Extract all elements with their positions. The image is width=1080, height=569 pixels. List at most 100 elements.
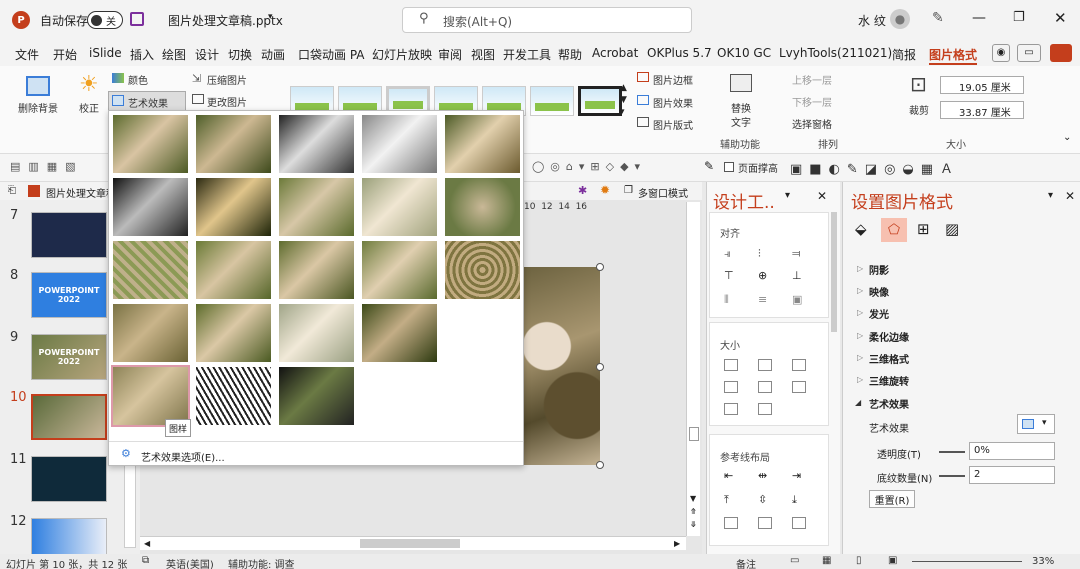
- language[interactable]: 英语(美国): [166, 556, 214, 569]
- align-center-icon[interactable]: ⫶: [758, 247, 761, 261]
- size-option-icon[interactable]: [758, 359, 772, 371]
- collapse-ribbon-icon[interactable]: ⌄: [1063, 132, 1071, 143]
- spellcheck-icon[interactable]: ⧉: [142, 555, 149, 566]
- menu-item[interactable]: 审阅: [438, 46, 462, 63]
- notes-button[interactable]: 备注: [736, 556, 756, 569]
- distribute-v-icon[interactable]: ≡: [758, 293, 767, 306]
- art-effect-thumbnail[interactable]: [362, 178, 437, 236]
- pane1-dropdown-icon[interactable]: ▾: [785, 190, 790, 201]
- art-effect-thumbnail[interactable]: [362, 115, 437, 173]
- menu-item[interactable]: 文件: [15, 46, 39, 63]
- selected-picture[interactable]: [524, 263, 604, 469]
- art-effect-thumbnail[interactable]: [196, 241, 271, 299]
- size-option-icon[interactable]: [724, 359, 738, 371]
- slide-thumbnail[interactable]: POWERPOINT 2022: [31, 334, 107, 380]
- transparency-field[interactable]: 0%: [969, 442, 1055, 460]
- accessibility-status[interactable]: 辅助功能: 调查: [228, 556, 295, 569]
- picture-tab-icon[interactable]: ▨: [945, 220, 959, 238]
- compress-button[interactable]: 压缩图片: [207, 72, 247, 87]
- art-effect-thumbnail[interactable]: [196, 115, 271, 173]
- canvas-hscrollbar[interactable]: ◀ ▶: [140, 536, 686, 550]
- fill-line-icon[interactable]: ⬙: [855, 220, 867, 238]
- picture-style-preset[interactable]: [530, 86, 574, 116]
- slide-thumbnail[interactable]: [31, 456, 107, 502]
- corrections-label[interactable]: 校正: [79, 100, 99, 115]
- guide-option-icon[interactable]: ⤓: [792, 493, 797, 507]
- width-field[interactable]: 33.87 厘米: [940, 101, 1024, 119]
- art-effect-thumbnail[interactable]: [279, 115, 354, 173]
- size-option-icon[interactable]: [758, 381, 772, 393]
- texture-field[interactable]: 2: [969, 466, 1055, 484]
- avatar[interactable]: ●: [890, 9, 910, 29]
- compress-icon[interactable]: ⇲: [192, 72, 201, 85]
- reset-button[interactable]: 重置(R): [869, 490, 915, 508]
- canvas-vscrollbar[interactable]: ▼ ⤊ ⤋: [686, 202, 700, 536]
- autosave-toggle[interactable]: 关: [87, 11, 123, 29]
- menu-item[interactable]: LvyhTools(211021): [779, 46, 892, 60]
- zoom-level[interactable]: 33%: [1032, 556, 1054, 567]
- picture-layout-icon[interactable]: [637, 117, 649, 127]
- picture-effects-button[interactable]: 图片效果: [653, 95, 693, 110]
- pane1-close-icon[interactable]: ✕: [817, 189, 827, 203]
- art-effect-thumbnail[interactable]: [445, 115, 520, 173]
- art-effect-thumbnail-selected[interactable]: [111, 365, 190, 427]
- send-backward-button[interactable]: 下移一层: [792, 94, 832, 109]
- crop-label[interactable]: 裁剪: [909, 102, 929, 117]
- guide-option-icon[interactable]: [724, 517, 738, 529]
- crop-icon[interactable]: ⊡: [910, 72, 927, 96]
- pane2-close-icon[interactable]: ✕: [1065, 189, 1075, 203]
- search-box[interactable]: ⚲ 搜索(Alt+Q): [402, 7, 692, 33]
- art-effect-dropdown[interactable]: ▾: [1017, 414, 1055, 434]
- art-effect-thumbnail[interactable]: [279, 178, 354, 236]
- menu-item[interactable]: 口袋动画 PA: [298, 46, 365, 63]
- styles-scroll-icon[interactable]: ▲ ▼ ▾: [620, 82, 627, 118]
- alt-text-label-1[interactable]: 替换: [731, 100, 751, 115]
- art-effect-thumbnail[interactable]: [113, 178, 188, 236]
- size-properties-icon[interactable]: ⊞: [917, 220, 930, 238]
- align-left-icon[interactable]: ⫣: [724, 247, 731, 261]
- effect-3d-rotation[interactable]: 三维旋转: [869, 373, 909, 388]
- transparency-slider[interactable]: [939, 451, 965, 453]
- eyedropper-icon[interactable]: ✎: [704, 159, 714, 173]
- art-effect-thumbnail[interactable]: [445, 178, 520, 236]
- menu-item[interactable]: 绘图: [162, 46, 186, 63]
- menu-item[interactable]: 幻灯片放映: [372, 46, 432, 63]
- slide-thumbnail-selected[interactable]: [31, 394, 107, 440]
- art-effect-thumbnail[interactable]: [279, 304, 354, 362]
- share-button[interactable]: [1050, 44, 1072, 62]
- close-icon[interactable]: ✕: [1054, 9, 1067, 27]
- texture-slider[interactable]: [939, 475, 965, 477]
- align-bottom-icon[interactable]: ⊥: [792, 269, 802, 282]
- remove-background-icon[interactable]: [26, 76, 50, 96]
- picture-effects-icon[interactable]: [637, 95, 649, 105]
- fit-page-checkbox[interactable]: [724, 162, 734, 172]
- view-normal-icon[interactable]: ▭: [790, 555, 799, 566]
- size-option-icon[interactable]: [724, 381, 738, 393]
- art-effects-button[interactable]: 艺术效果: [108, 91, 186, 111]
- selection-pane-button[interactable]: 选择窗格: [792, 116, 832, 131]
- guide-option-icon[interactable]: ⇥: [792, 469, 801, 482]
- size-option-icon[interactable]: [792, 381, 806, 393]
- distribute-icon[interactable]: ▣: [792, 293, 802, 306]
- comment-icon[interactable]: ▭: [1017, 44, 1041, 62]
- menu-item[interactable]: 视图: [471, 46, 495, 63]
- height-field[interactable]: 19.05 厘米: [940, 76, 1024, 94]
- picture-style-preset[interactable]: [578, 86, 622, 116]
- art-effect-thumbnail[interactable]: [362, 304, 437, 362]
- alt-text-label-2[interactable]: 文字: [731, 114, 751, 129]
- qat-icons-left[interactable]: ▤▥▦▧: [10, 160, 84, 173]
- picture-border-icon[interactable]: [637, 72, 649, 82]
- menu-item[interactable]: 插入: [130, 46, 154, 63]
- guide-option-icon[interactable]: ⤒: [724, 493, 729, 507]
- effect-glow[interactable]: 发光: [869, 306, 889, 321]
- align-right-icon[interactable]: ⫤: [792, 247, 800, 261]
- effect-soft-edges[interactable]: 柔化边缘: [869, 329, 909, 344]
- align-middle-icon[interactable]: ⊕: [758, 269, 767, 282]
- save-icon[interactable]: [130, 12, 144, 26]
- menu-item[interactable]: 切换: [228, 46, 252, 63]
- size-option-icon[interactable]: [792, 359, 806, 371]
- effect-shadow[interactable]: 阴影: [869, 262, 889, 277]
- color-icon[interactable]: [112, 73, 124, 83]
- art-effect-thumbnail[interactable]: [113, 115, 188, 173]
- resize-handle[interactable]: [596, 263, 604, 271]
